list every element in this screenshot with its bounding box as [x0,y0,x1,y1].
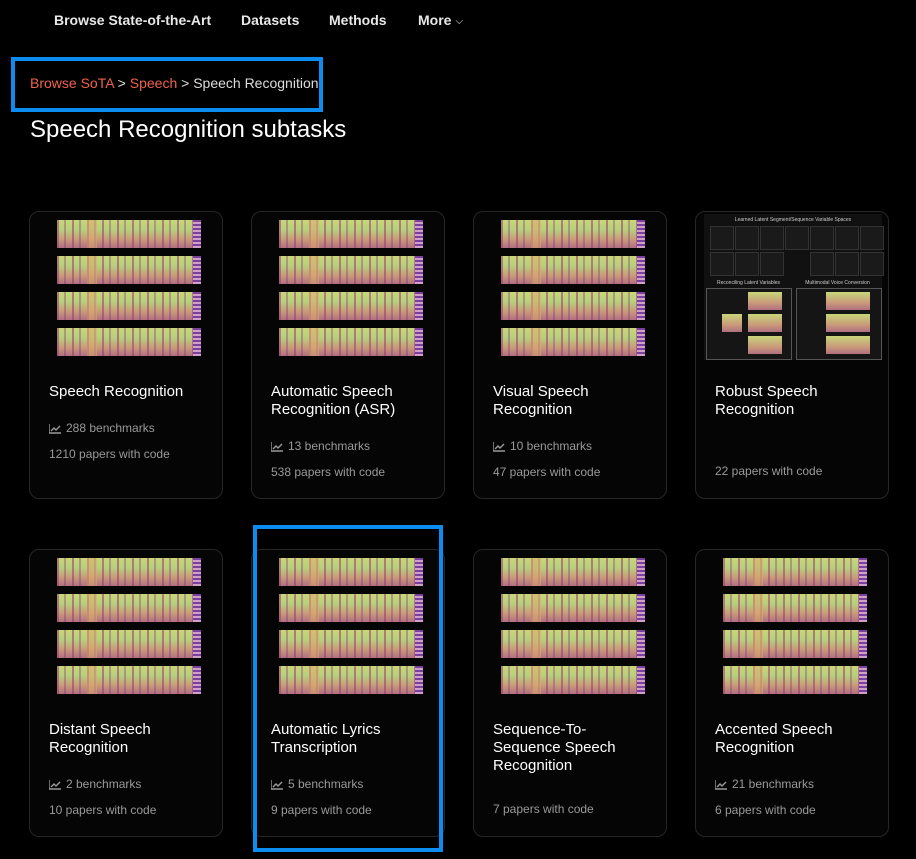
card-title: Automatic Speech Recognition (ASR) [271,383,396,418]
card-benchmarks: 2 benchmarks [48,777,141,791]
thumb-text-top: Learned Latent Segment/Sequence Variable… [734,217,852,223]
task-card-robust-speech-recognition[interactable]: Learned Latent Segment/Sequence Variable… [695,211,889,499]
card-thumbnail: Learned Latent Segment/Sequence Variable… [704,214,884,360]
breadcrumb-link-speech[interactable]: Speech [130,75,177,91]
card-title: Distant Speech Recognition [49,721,151,756]
chevron-down-icon: ⌵ [455,16,464,27]
card-thumbnail [279,220,423,357]
breadcrumb: Browse SoTA > Speech > Speech Recognitio… [30,75,319,91]
breadcrumb-current: Speech Recognition [193,75,319,91]
card-papers: 22 papers with code [715,464,823,478]
line-chart-icon [492,442,505,452]
task-card-automatic-lyrics-transcription[interactable]: Automatic Lyrics Transcription 5 benchma… [251,549,445,837]
task-card-accented-speech-recognition[interactable]: Accented Speech Recognition 21 benchmark… [695,549,889,837]
card-benchmarks: 5 benchmarks [270,777,363,791]
line-chart-icon [48,780,61,790]
line-chart-icon [270,442,283,452]
nav-datasets[interactable]: Datasets [241,12,299,28]
card-benchmarks: 10 benchmarks [492,439,592,453]
thumb-text-left: Reconciling Latent Variables [716,280,780,286]
card-papers: 10 papers with code [49,803,157,817]
task-card-seq2seq-speech-recognition[interactable]: Sequence-To-Sequence Speech Recognition … [473,549,667,837]
card-thumbnail [501,220,645,357]
card-title: Robust Speech Recognition [715,383,818,418]
card-title: Speech Recognition [49,383,184,400]
task-card-visual-speech-recognition[interactable]: Visual Speech Recognition 10 benchmarks … [473,211,667,499]
card-title: Sequence-To-Sequence Speech Recognition [493,721,616,774]
card-papers: 47 papers with code [493,465,601,479]
card-thumbnail [57,220,201,357]
card-title: Automatic Lyrics Transcription [271,721,381,756]
card-benchmarks: 13 benchmarks [270,439,370,453]
nav-more[interactable]: More ⌵ [418,12,463,28]
nav-browse-sota[interactable]: Browse State-of-the-Art [54,12,211,28]
breadcrumb-separator: > [117,75,126,91]
card-thumbnail [57,558,201,695]
card-title: Accented Speech Recognition [715,721,833,756]
breadcrumb-link-browse-sota[interactable]: Browse SoTA [30,75,114,91]
card-benchmarks: 288 benchmarks [48,421,155,435]
task-card-distant-speech-recognition[interactable]: Distant Speech Recognition 2 benchmarks … [29,549,223,837]
top-nav: Browse State-of-the-Art Datasets Methods… [0,0,916,42]
breadcrumb-separator: > [181,75,190,91]
card-title: Visual Speech Recognition [493,383,589,418]
line-chart-icon [48,424,61,434]
task-card-speech-recognition[interactable]: Speech Recognition 288 benchmarks 1210 p… [29,211,223,499]
nav-more-label: More [418,12,452,28]
thumb-text-right: Multimodal Voice Conversion [805,280,870,286]
card-papers: 7 papers with code [493,802,594,816]
page-title: Speech Recognition subtasks [30,116,347,143]
card-papers: 1210 papers with code [49,447,170,461]
line-chart-icon [714,780,727,790]
card-thumbnail [723,558,867,695]
nav-methods[interactable]: Methods [329,12,387,28]
card-thumbnail [501,558,645,695]
card-benchmarks: 21 benchmarks [714,777,814,791]
card-papers: 9 papers with code [271,803,372,817]
card-papers: 6 papers with code [715,803,816,817]
card-papers: 538 papers with code [271,465,386,479]
task-card-asr[interactable]: Automatic Speech Recognition (ASR) 13 be… [251,211,445,499]
line-chart-icon [270,780,283,790]
card-thumbnail [279,558,423,695]
